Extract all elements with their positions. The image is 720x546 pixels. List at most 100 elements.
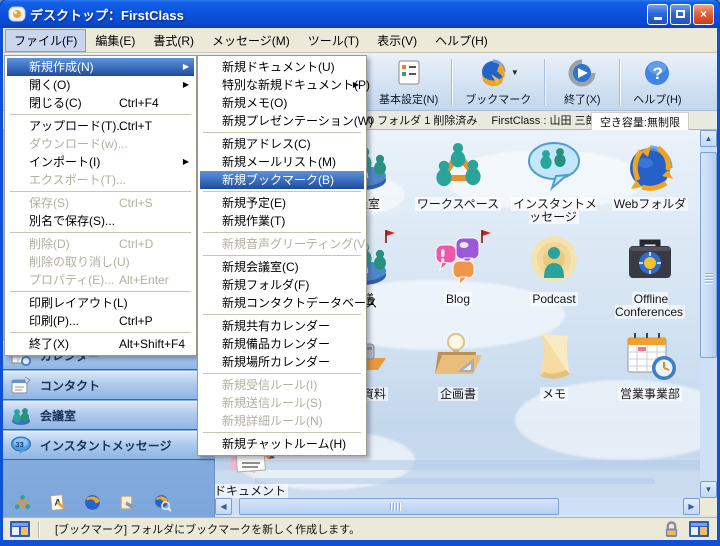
status-panel-icon[interactable] [10,521,30,537]
window-layout-icon[interactable] [689,521,709,538]
desktop-icon[interactable]: インスタントメッセージ [506,138,602,224]
scrollbar-corner [700,498,717,515]
scroll-left-button[interactable]: ◀ [215,498,232,515]
sidebar-panel-contacts[interactable]: コンタクト [3,371,215,400]
desktop-icon[interactable]: Offline Conferences [602,233,698,319]
menubar-item[interactable]: ヘルプ(H) [426,29,497,52]
horizontal-scroll-thumb[interactable] [239,498,559,515]
maximize-button[interactable] [670,4,691,25]
menubar-item[interactable]: ツール(T) [299,29,368,52]
minimize-icon [654,17,662,20]
menubar-item[interactable]: ファイル(F) [5,29,86,52]
desktop-icon[interactable]: ワークスペース [410,138,506,211]
submenu-arrow-icon: ▶ [183,76,189,94]
submenu-item[interactable]: 新規場所カレンダー [200,353,364,371]
horizontal-scrollbar[interactable]: ◀ ▶ [215,498,700,515]
vertical-scrollbar[interactable]: ▲ ▼ [700,130,717,498]
folder-counts: 0 フォルダ 1 削除済み [368,112,477,128]
briefcase-icon [622,233,678,289]
submenu-item[interactable]: 新規メモ(O) [200,94,364,112]
submenu-item[interactable]: 新規予定(E) [200,194,364,212]
submenu-item[interactable]: 新規プレゼンテーション(W) [200,112,364,130]
toolbar-separator [451,59,452,105]
desktop-icon[interactable]: Blog [410,233,506,306]
sales-calendar-icon [622,328,678,384]
titlebar[interactable]: デスクトップ：FirstClass × [0,0,720,28]
desktop-icon-label: ドキュメント [215,485,298,498]
submenu-item[interactable]: 新規共有カレンダー [200,317,364,335]
toolbar-button[interactable]: ?ヘルプ(H) [621,53,693,111]
submenu-item[interactable]: 新規メールリスト(M) [200,153,364,171]
mini-webfolder-icon[interactable] [83,493,102,512]
firstclass-logo-icon [8,5,26,23]
file-menu-item[interactable]: アップロード(T)...Ctrl+T [7,117,194,135]
minimize-button[interactable] [647,4,668,25]
submenu-item[interactable]: 特別な新規ドキュメント(P)▶ [200,76,364,94]
mini-workspace-icon[interactable] [13,493,32,512]
submenu-item[interactable]: 新規詳細ルール(N) [200,412,364,430]
menubar-item[interactable]: メッセージ(M) [203,29,299,52]
dropdown-arrow-icon[interactable]: ▼ [511,68,519,77]
workspace-icon [430,138,486,194]
menu-bar: ファイル(F)編集(E)書式(R)メッセージ(M)ツール(T)表示(V)ヘルプ(… [3,28,717,53]
desktop-icon[interactable]: 企画書 [410,328,506,401]
file-menu-item[interactable]: 終了(X)Alt+Shift+F4 [7,335,194,353]
menu-separator [203,232,361,233]
menubar-item[interactable]: 書式(R) [144,29,203,52]
submenu-item[interactable]: 新規ブックマーク(B) [200,171,364,189]
submenu-item[interactable]: 新規フォルダ(F) [200,276,364,294]
menu-separator [203,255,361,256]
toolbar-button[interactable]: 基本設定(N) [367,53,450,111]
submenu-item[interactable]: 新規備品カレンダー [200,335,364,353]
mini-notes-icon[interactable] [118,493,137,512]
close-button[interactable]: × [693,4,714,25]
file-menu-item[interactable]: 印刷レイアウト(L) [7,294,194,312]
sidebar-panel-instant-messages[interactable]: 33インスタントメッセージ [3,431,215,460]
menu-separator [203,132,361,133]
desktop-icon[interactable]: メモ [506,328,602,401]
desktop-icon[interactable]: 営業事業部 [602,328,698,401]
file-menu-item[interactable]: プロパティ(E)...Alt+Enter [7,271,194,289]
desktop-icon[interactable]: Webフォルダ [602,138,698,211]
toolbar-button[interactable]: 終了(X) [546,53,618,111]
submenu-item[interactable]: 新規コンタクトデータベース [200,294,364,312]
file-menu-item[interactable]: 削除(D)Ctrl+D [7,235,194,253]
file-menu-item[interactable]: エクスポート(T)... [7,171,194,189]
file-menu-item[interactable]: 別名で保存(S)... [7,212,194,230]
mini-websearch-icon[interactable] [153,493,172,512]
submenu-item[interactable]: 新規会議室(C) [200,258,364,276]
file-menu-item[interactable]: 閉じる(C)Ctrl+F4 [7,94,194,112]
vertical-scroll-thumb[interactable] [700,152,717,358]
scroll-up-button[interactable]: ▲ [700,130,717,147]
file-menu-item[interactable]: 保存(S)Ctrl+S [7,194,194,212]
file-menu-item[interactable]: 印刷(P)...Ctrl+P [7,312,194,330]
submenu-item[interactable]: 新規音声グリーティング(V) [200,235,364,253]
file-menu-item[interactable]: 開く(O)▶ [7,76,194,94]
sidebar-panel-label: 会議室 [40,407,76,424]
im-icon: 33 [10,435,32,457]
file-menu-item[interactable]: インポート(I)▶ [7,153,194,171]
desktop-icon-label: ワークスペース [410,198,506,211]
scroll-down-button[interactable]: ▼ [700,481,717,498]
file-menu-item[interactable]: 新規作成(N)▶ [7,58,194,76]
file-menu-item[interactable]: 削除の取り消し(U) [7,253,194,271]
sidebar-panel-conferences[interactable]: 会議室 [3,401,215,430]
quota-badge: 空き容量:無制限 [591,112,689,132]
toolbar-button[interactable]: ▼ブックマーク [453,53,543,111]
menu-separator [203,191,361,192]
menubar-item[interactable]: 編集(E) [86,29,144,52]
people-icon [10,405,32,427]
mini-document-icon[interactable]: A [48,493,67,512]
webfolder-icon [622,138,678,194]
submenu-item[interactable]: 新規送信ルール(S) [200,394,364,412]
submenu-arrow-icon: ▶ [183,153,189,171]
submenu-item[interactable]: 新規ドキュメント(U) [200,58,364,76]
scroll-right-button[interactable]: ▶ [683,498,700,515]
desktop-icon[interactable]: Podcast [506,233,602,306]
submenu-item[interactable]: 新規チャットルーム(H) [200,435,364,453]
submenu-item[interactable]: 新規アドレス(C) [200,135,364,153]
file-menu-item[interactable]: ダウンロード(w)... [7,135,194,153]
menubar-item[interactable]: 表示(V) [368,29,426,52]
submenu-item[interactable]: 新規作業(T) [200,212,364,230]
submenu-item[interactable]: 新規受信ルール(I) [200,376,364,394]
